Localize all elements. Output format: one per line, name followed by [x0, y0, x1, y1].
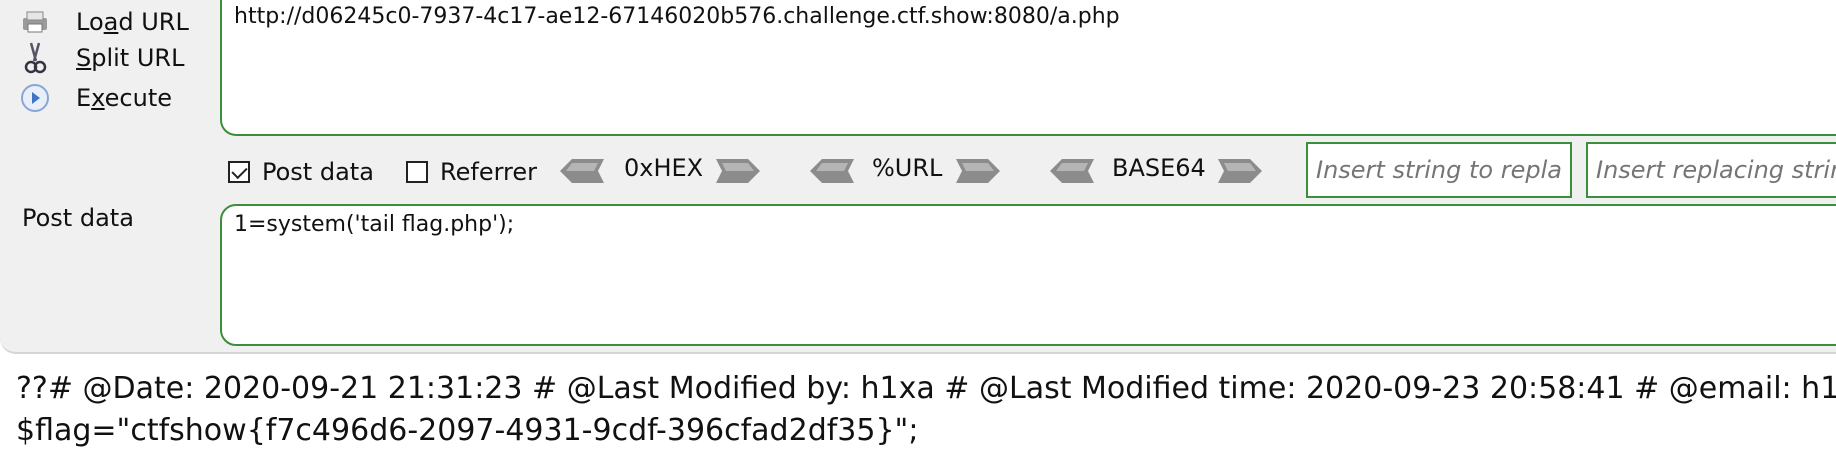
referrer-checkbox-box[interactable]: [406, 161, 428, 183]
arrow-left-icon[interactable]: [558, 157, 606, 185]
post-data-checkbox-label: Post data: [262, 158, 374, 186]
arrow-right-icon[interactable]: [714, 157, 762, 185]
page-output: ??# @Date: 2020-09-21 21:31:23 # @Last M…: [16, 368, 1836, 452]
replace-string-input[interactable]: [1306, 142, 1572, 198]
referrer-checkbox-label: Referrer: [440, 158, 537, 186]
execute-button[interactable]: Execute: [0, 76, 210, 120]
arrow-left-icon[interactable]: [1048, 157, 1096, 185]
post-data-value: 1=system('tail flag.php');: [234, 212, 515, 237]
load-url-label: Load URL: [76, 8, 189, 36]
execute-label: Execute: [76, 84, 172, 112]
referrer-checkbox[interactable]: Referrer: [406, 158, 537, 186]
post-data-checkbox-box[interactable]: [228, 161, 250, 183]
split-url-button[interactable]: Split URL: [0, 36, 210, 80]
play-circle-icon: [18, 81, 52, 115]
arrow-right-icon[interactable]: [954, 157, 1002, 185]
url-textarea[interactable]: http://d06245c0-7937-4c17-ae12-67146020b…: [220, 0, 1836, 136]
url-value: http://d06245c0-7937-4c17-ae12-67146020b…: [234, 4, 1120, 29]
split-url-label: Split URL: [76, 44, 185, 72]
arrow-left-icon[interactable]: [808, 157, 856, 185]
hex-encode-label[interactable]: 0xHEX: [624, 154, 703, 182]
replacing-string-input[interactable]: [1586, 142, 1836, 198]
scissors-icon: [18, 41, 52, 75]
hackbar-panel: Load URL Split URL Execute http://d06245…: [0, 0, 1836, 354]
output-line: $flag="ctfshow{f7c496d6-2097-4931-9cdf-3…: [16, 413, 919, 448]
url-encode-label[interactable]: %URL: [872, 154, 942, 182]
action-menu: Load URL Split URL Execute: [0, 0, 215, 160]
base64-encode-label[interactable]: BASE64: [1112, 154, 1206, 182]
post-data-textarea[interactable]: 1=system('tail flag.php');: [220, 204, 1836, 346]
post-data-checkbox[interactable]: Post data: [228, 158, 374, 186]
output-line: ??# @Date: 2020-09-21 21:31:23 # @Last M…: [16, 371, 1836, 406]
arrow-right-icon[interactable]: [1216, 157, 1264, 185]
post-data-label: Post data: [22, 204, 134, 232]
printer-icon: [18, 5, 52, 39]
